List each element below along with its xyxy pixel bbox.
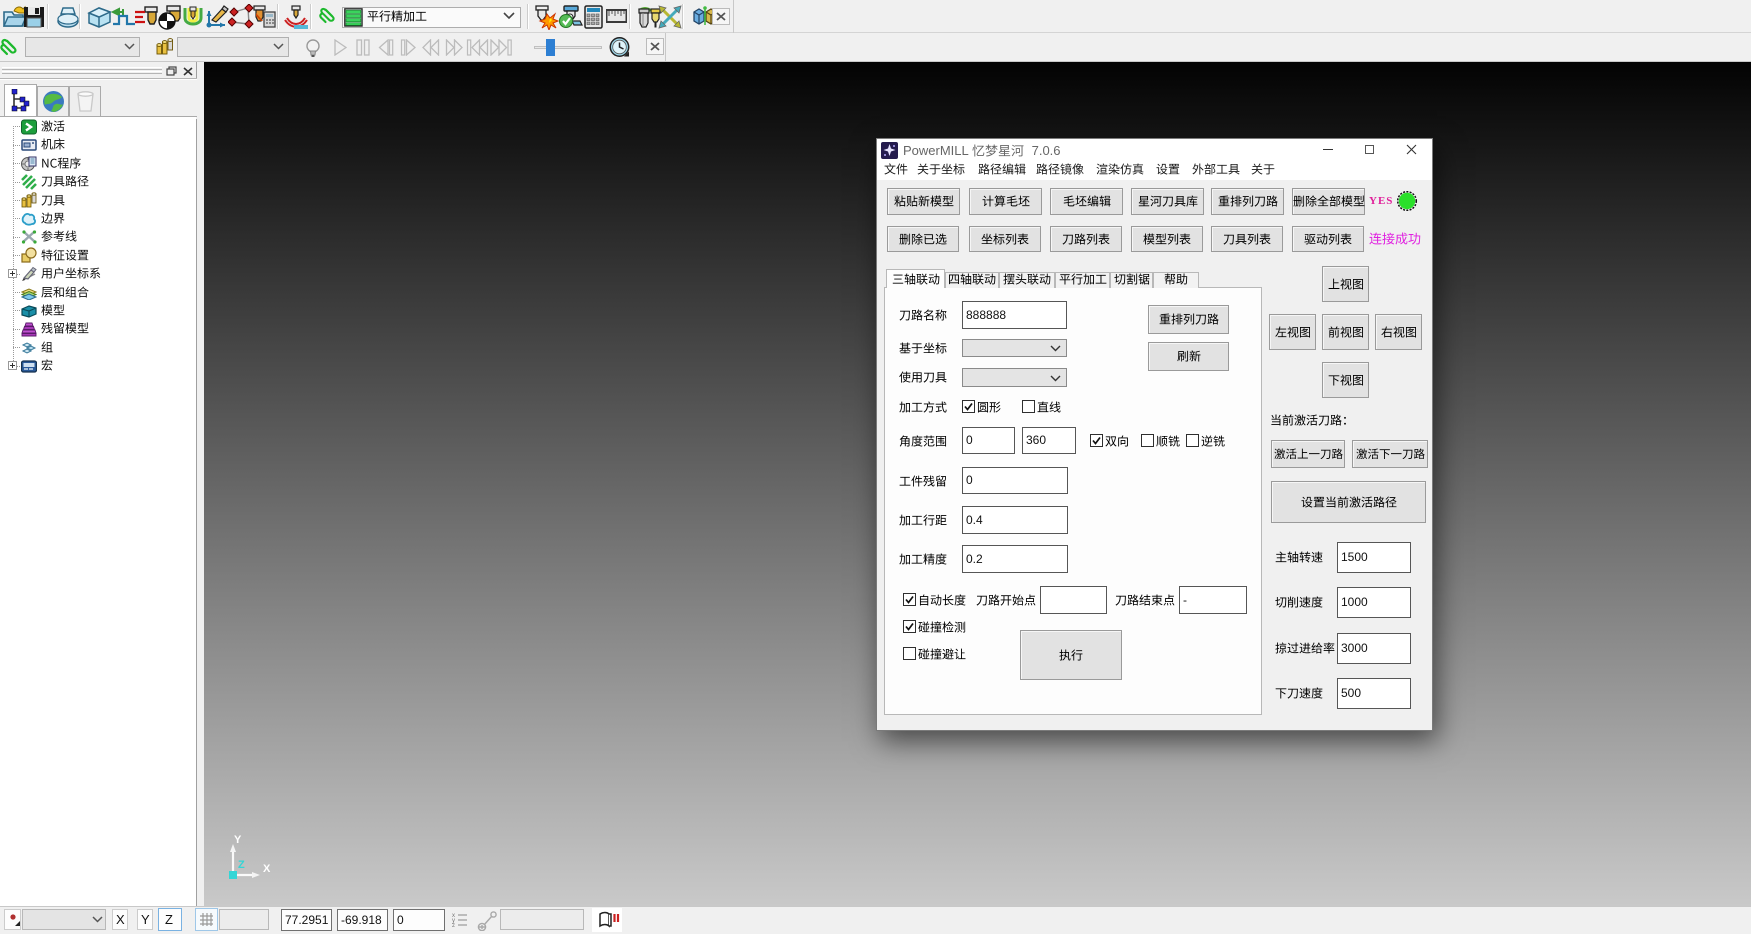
svg-text:X: X: [263, 863, 271, 875]
svg-text:z: z: [452, 923, 455, 928]
svg-text:Y: Y: [234, 834, 242, 846]
svg-text:Z: Z: [238, 859, 245, 871]
